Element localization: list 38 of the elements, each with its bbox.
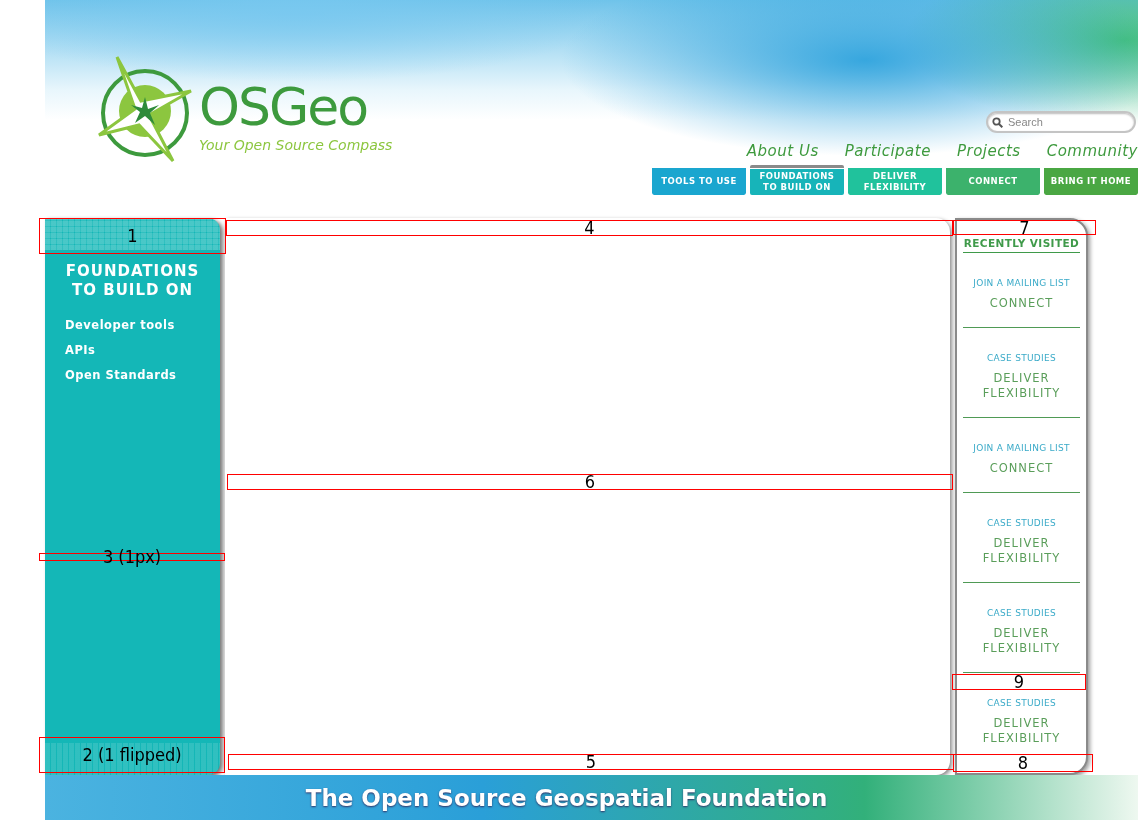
item-link[interactable]: CONNECT bbox=[976, 461, 1067, 476]
item-category: CASE STUDIES bbox=[986, 352, 1057, 364]
item-category: CASE STUDIES bbox=[986, 607, 1057, 619]
annotation-label: 4 bbox=[584, 219, 595, 237]
footer-text: The Open Source Geospatial Foundation bbox=[305, 784, 828, 811]
item-link[interactable]: CONNECT bbox=[976, 296, 1067, 311]
nav-link[interactable]: Projects bbox=[956, 142, 1021, 160]
sidebar-link[interactable]: Open Standards bbox=[65, 368, 220, 382]
sidebar-link[interactable]: Developer tools bbox=[65, 318, 220, 332]
nav-link[interactable]: Participate bbox=[844, 142, 931, 160]
nav-link[interactable]: Community bbox=[1046, 142, 1138, 160]
recently-visited-title: RECENTLY VISITED bbox=[963, 237, 1080, 253]
annotation-label: 8 bbox=[1017, 754, 1029, 772]
nav-tab[interactable]: DELIVER FLEXIBILITY bbox=[848, 165, 942, 195]
nav-tab[interactable]: BRING IT HOME bbox=[1044, 165, 1138, 195]
annotation-label: 5 bbox=[585, 753, 597, 771]
item-link[interactable]: DELIVER FLEXIBILITY bbox=[976, 716, 1067, 746]
annotation-label: 7 bbox=[1019, 218, 1030, 237]
item-category: JOIN A MAILING LIST bbox=[973, 277, 1070, 289]
logo-wordmark: OSGeo bbox=[199, 83, 369, 131]
item-category: CASE STUDIES bbox=[986, 697, 1057, 709]
item-link[interactable]: DELIVER FLEXIBILITY bbox=[976, 626, 1067, 656]
item-link[interactable]: DELIVER FLEXIBILITY bbox=[976, 536, 1067, 566]
annotation-label: 6 bbox=[584, 473, 596, 491]
annotation-label: 9 bbox=[1013, 673, 1025, 691]
nav-tab[interactable]: FOUNDATIONS TO BUILD ON bbox=[750, 165, 844, 195]
nav-link[interactable]: About Us bbox=[746, 142, 819, 160]
item-link[interactable]: DELIVER FLEXIBILITY bbox=[976, 371, 1067, 401]
sidebar-link[interactable]: APIs bbox=[65, 343, 220, 357]
logo-tagline: Your Open Source Compass bbox=[199, 137, 393, 153]
nav-tab[interactable]: TOOLS TO USE bbox=[652, 165, 746, 195]
nav-tab[interactable]: CONNECT bbox=[946, 165, 1040, 195]
search-field[interactable]: Search bbox=[986, 111, 1136, 133]
sidebar-title: FOUNDATIONS TO BUILD ON bbox=[65, 262, 200, 300]
annotation-label: 1 bbox=[127, 227, 138, 245]
item-category: CASE STUDIES bbox=[986, 517, 1057, 529]
annotation-label: 2 (1 flipped) bbox=[82, 746, 182, 764]
item-category: JOIN A MAILING LIST bbox=[973, 442, 1070, 454]
